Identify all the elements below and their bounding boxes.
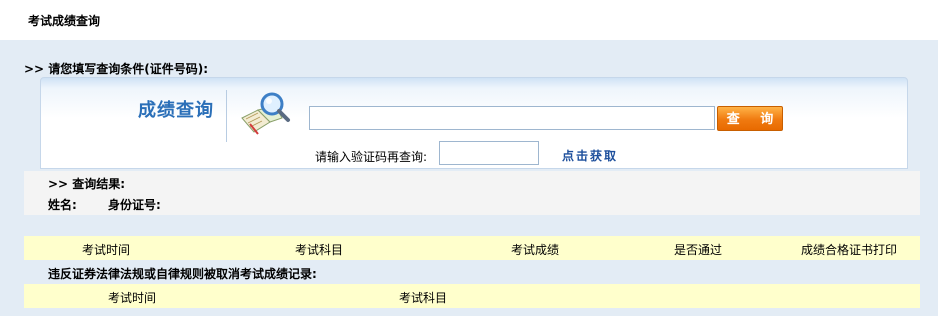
magnifier-book-icon (241, 92, 290, 135)
score-table-header: 考试时间 考试科目 考试成绩 是否通过 成绩合格证书打印 (24, 236, 920, 260)
id-number-label: 身份证号: (108, 198, 161, 212)
brand-title: 成绩查询 (138, 100, 214, 121)
result-heading: >> 查询结果: (48, 177, 126, 191)
violation-title: 违反证券法律法规或自律规则被取消考试成绩记录: (48, 267, 317, 281)
captcha-label: 请输入验证码再查询: (315, 150, 428, 164)
violation-table-header: 考试时间 考试科目 (24, 284, 920, 308)
column-header: 考试时间 (82, 243, 131, 257)
title-bar: 考试成绩查询 (0, 0, 938, 40)
captcha-input[interactable] (439, 141, 539, 165)
search-input[interactable] (309, 106, 715, 130)
column-header: 考试科目 (399, 291, 448, 305)
result-block: >> 查询结果: 姓名: 身份证号: (24, 171, 920, 215)
query-prompt: >> 请您填写查询条件(证件号码): (24, 62, 209, 76)
column-header: 成绩合格证书打印 (801, 243, 898, 257)
column-header: 考试时间 (108, 291, 157, 305)
column-header: 考试科目 (295, 243, 344, 257)
column-header: 考试成绩 (511, 243, 560, 257)
query-panel: 成绩查询 查 询 请输入验证码再查询: 点击获取 (40, 77, 908, 169)
get-captcha-link[interactable]: 点击获取 (562, 147, 618, 164)
page-title: 考试成绩查询 (28, 14, 101, 28)
search-button[interactable]: 查 询 (717, 106, 783, 131)
name-label: 姓名: (48, 198, 77, 212)
brand-divider (226, 90, 227, 142)
column-header: 是否通过 (674, 243, 723, 257)
